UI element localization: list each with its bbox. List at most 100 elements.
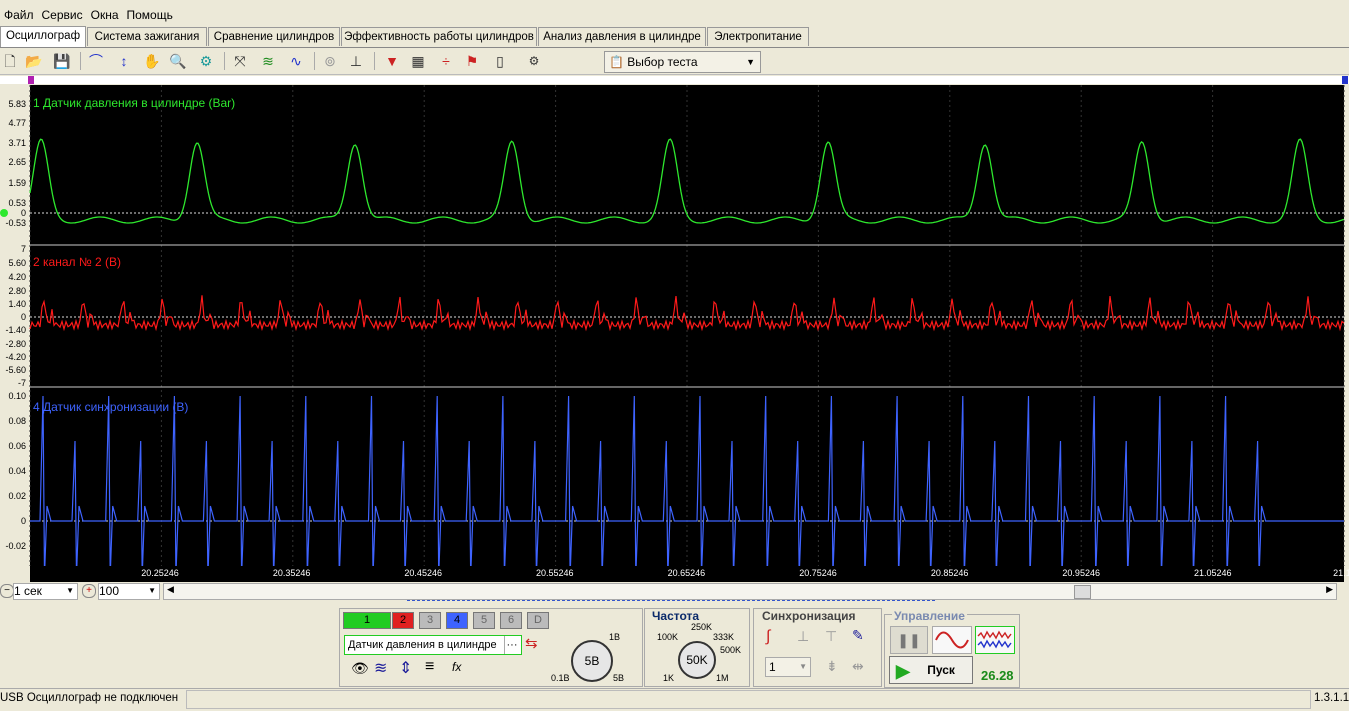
left-marker [28, 76, 34, 84]
filter-icon[interactable]: ▼ [382, 51, 402, 71]
sync-channel-select[interactable]: 1 ▼ [765, 657, 811, 677]
channel-3-button[interactable]: 3 [419, 612, 441, 629]
waveform-icon[interactable]: ⌒ [86, 51, 106, 71]
zoom-icon[interactable]: 🔍 [168, 51, 188, 71]
y-tick-label: -0.53 [5, 218, 26, 228]
y-tick-label: -0.02 [5, 541, 26, 551]
channel-label: 2 канал № 2 (В) [33, 255, 121, 269]
channel-1-button[interactable]: 1 [343, 612, 391, 629]
probe-icon[interactable]: ⚙ [196, 51, 216, 71]
marker-flag-icon[interactable]: ⚑ [462, 51, 482, 71]
zoom-out-icon[interactable]: − [0, 584, 14, 598]
tab-ignition[interactable]: Система зажигания [87, 27, 207, 46]
pulse-down-icon[interactable]: ⊤ [825, 628, 837, 645]
version-text: 1.3.1.1 [1314, 692, 1349, 704]
hand-pan-icon[interactable]: ✋ [142, 51, 162, 71]
channel-5-button[interactable]: 5 [473, 612, 495, 629]
rising-edge-icon[interactable]: ∫ [766, 628, 770, 646]
save-icon[interactable]: 💾 [52, 51, 72, 71]
status-panel [186, 690, 1311, 709]
new-file-icon[interactable]: 🗋 [0, 51, 20, 71]
cursor-measure-icon[interactable]: ↕ [114, 51, 134, 71]
chevron-down-icon: ▼ [799, 662, 807, 671]
time-tick-label: 20.75246 [799, 568, 837, 578]
overlay-wave-icon[interactable]: ∿ [286, 51, 306, 71]
start-button[interactable]: ▶ Пуск [889, 656, 973, 684]
timebase-select[interactable]: 1 сек ▼ [13, 583, 78, 600]
y-tick-label: 1.40 [8, 299, 26, 309]
zoom-in-icon[interactable]: + [82, 584, 96, 598]
menu-help[interactable]: Помощь [123, 0, 177, 22]
channel-6-button[interactable]: 6 [500, 612, 522, 629]
noise-wave-icon [977, 630, 1012, 649]
scale-fit-icon[interactable]: ⤧ [230, 51, 250, 71]
y-tick-label: 0.06 [8, 441, 26, 451]
notes-icon[interactable]: ▯ [490, 51, 510, 71]
split-icon[interactable]: ÷ [436, 51, 456, 71]
noise-filter-icon[interactable]: ≋ [374, 658, 387, 678]
single-wave-button[interactable] [932, 626, 972, 654]
voltage-knob[interactable]: 5В [571, 640, 613, 682]
pause-button[interactable]: ❚❚ [890, 626, 928, 654]
tab-oscilloscope[interactable]: Осциллограф [0, 26, 86, 47]
time-scrollbar[interactable]: ◀ ▶ [163, 583, 1337, 600]
oscilloscope-view[interactable]: 5.83 4.77 3.71 2.65 1.59 0.53 0 -0.53 1 Датчик д… [0, 76, 1349, 582]
function-icon[interactable]: fx [452, 660, 461, 674]
auto-trigger-icon[interactable]: ⊚ [320, 51, 340, 71]
timebase-value: 1 сек [14, 584, 42, 598]
sine-wave-icon [935, 631, 969, 649]
sync-level-icon[interactable]: ⇟ [826, 658, 838, 675]
multi-wave-button[interactable] [975, 626, 1015, 654]
scroll-left-icon[interactable]: ◀ [167, 584, 174, 595]
multi-wave-icon[interactable]: ≋ [258, 51, 278, 71]
y-tick-label: -5.60 [5, 365, 26, 375]
y-tick-label: 4.77 [8, 118, 26, 128]
menu-file[interactable]: Файл [0, 0, 38, 22]
y-tick-label: -2.80 [5, 339, 26, 349]
menu-windows[interactable]: Окна [87, 0, 123, 22]
panel-splitter[interactable] [407, 600, 935, 605]
y-tick-label: 0.04 [8, 466, 26, 476]
voltage-mid-label: 1В [609, 632, 621, 642]
vertical-scale-icon[interactable]: ⇕ [399, 658, 412, 678]
channel-label: 4 Датчик синхронизации (В) [33, 400, 188, 414]
pulse-up-icon[interactable]: ⊥ [797, 628, 809, 645]
frequency-knob[interactable]: 50K [678, 641, 716, 679]
time-tick-label: 21.15 [1333, 568, 1349, 578]
channel-label: 1 Датчик давления в цилиндре (Bar) [33, 96, 235, 110]
eye-icon[interactable]: 👁 [351, 660, 369, 677]
tab-cylinder-efficiency[interactable]: Эффективность работы цилиндров [341, 27, 537, 46]
y-tick-label: 0.08 [8, 416, 26, 426]
menu-bar: Файл Сервис Окна Помощь [0, 0, 1349, 26]
tab-pressure-analysis[interactable]: Анализ давления в цилиндре [538, 27, 706, 46]
channel-2-button[interactable]: 2 [392, 612, 414, 629]
offset-zero-icon[interactable]: ⊥ [346, 51, 366, 71]
more-icon[interactable]: ··· [504, 636, 519, 654]
menu-service[interactable]: Сервис [38, 0, 87, 22]
grid-icon[interactable]: ▦ [408, 51, 428, 71]
tab-power[interactable]: Электропитание [707, 27, 809, 46]
sensor-settings-icon[interactable]: ⇆ [525, 634, 538, 652]
auto-settings-icon[interactable]: ⚙ [524, 51, 544, 71]
time-tick-label: 20.55246 [536, 568, 574, 578]
y-tick-label: 0.53 [8, 198, 26, 208]
voltage-knob-value: 5В [584, 654, 600, 668]
tab-cylinder-compare[interactable]: Сравнение цилиндров [208, 27, 340, 46]
sync-shift-icon[interactable]: ⇹ [852, 658, 864, 675]
sensor-field[interactable]: Датчик давления в цилиндре ··· [344, 635, 522, 655]
y-tick-label: -1.40 [5, 325, 26, 335]
sync-wand-icon[interactable]: ✎ [852, 627, 864, 644]
channel-4-button[interactable]: 4 [446, 612, 468, 629]
frequency-label-500k: 500K [720, 645, 742, 655]
y-tick-label: 4.20 [8, 272, 26, 282]
test-select[interactable]: 📋 Выбор теста ▼ [604, 51, 761, 73]
scroll-thumb[interactable] [1074, 585, 1091, 599]
y-tick-label: -4.20 [5, 352, 26, 362]
sensor-field-value: Датчик давления в цилиндре [348, 639, 497, 651]
open-folder-icon[interactable]: 📂 [24, 51, 44, 71]
channel-digital-button[interactable]: D [527, 612, 549, 629]
scroll-right-icon[interactable]: ▶ [1326, 584, 1333, 595]
oscilloscope-plot[interactable]: 5.834.773.712.651.590.530-0.531 Датчик д… [0, 76, 1349, 582]
zoom-select[interactable]: 100 ▼ [98, 583, 160, 600]
lines-icon[interactable]: ≡ [425, 658, 434, 676]
